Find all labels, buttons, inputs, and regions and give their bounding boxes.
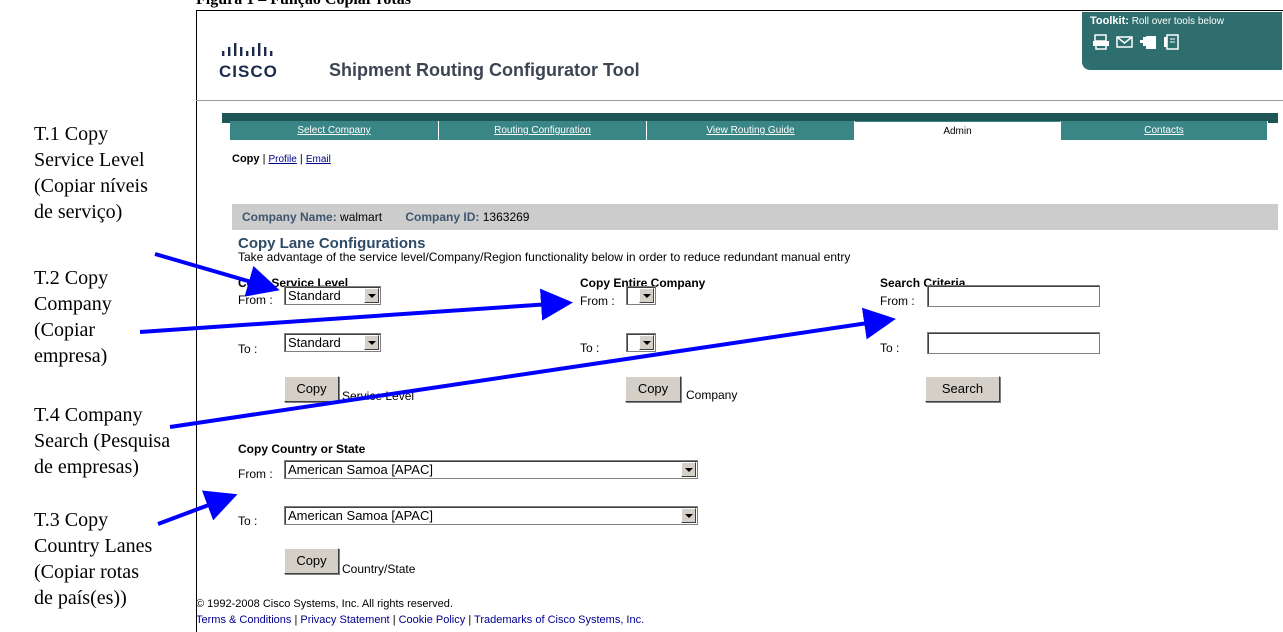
service-level-from-label: From : — [238, 293, 273, 307]
subnav-separator: | — [262, 153, 266, 165]
annotation-line: Company — [34, 293, 112, 315]
toolkit-title: Toolkit: — [1090, 15, 1129, 27]
tab-select-company[interactable]: Select Company — [230, 121, 439, 140]
chevron-down-icon[interactable] — [364, 288, 379, 303]
cisco-logo-text: CISCO — [219, 62, 278, 81]
footer-separator: | — [392, 614, 396, 626]
service-level-to-select[interactable]: Standard — [284, 333, 381, 352]
annotation-line: empresa) — [34, 345, 108, 367]
country-to-label: To : — [238, 514, 258, 528]
toolkit-icons — [1092, 34, 1180, 50]
annotation-line: T.3 Copy — [34, 509, 109, 531]
add-icon[interactable] — [1140, 34, 1156, 50]
chevron-down-icon[interactable] — [681, 462, 696, 477]
section-description: Take advantage of the service level/Comp… — [238, 250, 851, 264]
toolkit-label: Toolkit: Roll over tools below — [1090, 15, 1224, 27]
select-value: American Samoa [APAC] — [288, 462, 433, 477]
print-icon[interactable] — [1092, 34, 1109, 50]
select-value: Standard — [288, 335, 341, 350]
search-from-label: From : — [880, 294, 915, 308]
annotation-line: de empresas) — [34, 456, 139, 478]
service-level-from-select[interactable]: Standard — [284, 286, 381, 305]
annotation-line: de país(es)) — [34, 587, 127, 609]
annotation-line: (Copiar — [34, 319, 96, 341]
chevron-down-icon[interactable] — [639, 335, 654, 350]
search-to-input[interactable] — [927, 332, 1100, 354]
company-from-label: From : — [580, 294, 615, 308]
annotation-line: (Copiar rotas — [34, 561, 139, 583]
select-value: American Samoa [APAC] — [288, 508, 433, 523]
annotation-line: T.4 Company — [34, 404, 143, 426]
subnav-email-link[interactable]: Email — [306, 154, 331, 165]
copy-company-suffix: Company — [686, 388, 738, 402]
annotation-line: Search (Pesquisa — [34, 430, 171, 452]
app-title: Shipment Routing Configurator Tool — [329, 60, 640, 80]
tab-admin[interactable]: Admin — [855, 121, 1061, 140]
footer-links: Terms & Conditions | Privacy Statement |… — [196, 614, 644, 626]
subnav-profile-link[interactable]: Profile — [268, 154, 296, 165]
tab-contacts[interactable]: Contacts — [1061, 121, 1268, 140]
search-from-input[interactable] — [927, 285, 1100, 307]
annotation-line: Country Lanes — [34, 535, 153, 557]
copy-country-title: Copy Country or State — [238, 442, 366, 456]
figure-caption: Figura 1 – Função Copiar rotas — [196, 0, 411, 9]
chevron-down-icon[interactable] — [681, 508, 696, 523]
document-icon[interactable] — [1164, 34, 1180, 50]
subnav-current: Copy — [232, 153, 260, 165]
company-info: Company Name: walmart Company ID: 136326… — [242, 210, 529, 224]
annotation-copy-country-lanes: T.3 Copy Country Lanes (Copiar rotas de … — [34, 507, 152, 611]
country-from-label: From : — [238, 467, 273, 481]
copy-company-button[interactable]: Copy — [625, 376, 681, 402]
service-level-to-label: To : — [238, 342, 258, 356]
subnav-separator: | — [299, 153, 303, 165]
header-divider — [196, 100, 1283, 101]
company-name-value: walmart — [340, 210, 383, 224]
copy-country-button[interactable]: Copy — [284, 548, 339, 574]
annotation-company-search: T.4 Company Search (Pesquisa de empresas… — [34, 402, 170, 480]
company-name-label: Company Name: — [242, 210, 337, 224]
toolkit-hint: Roll over tools below — [1131, 16, 1224, 27]
country-from-select[interactable]: American Samoa [APAC] — [284, 460, 698, 479]
chevron-down-icon[interactable] — [364, 335, 379, 350]
search-button[interactable]: Search — [925, 376, 1000, 402]
company-to-label: To : — [580, 341, 600, 355]
annotation-copy-company: T.2 Copy Company (Copiar empresa) — [34, 265, 112, 369]
annotation-line: de serviço) — [34, 201, 123, 223]
tab-strip: Select Company Routing Configuration Vie… — [230, 121, 1268, 140]
email-icon[interactable] — [1116, 34, 1133, 50]
annotation-line: T.2 Copy — [34, 267, 109, 289]
cisco-logo-icon — [222, 43, 273, 56]
country-to-select[interactable]: American Samoa [APAC] — [284, 506, 698, 525]
company-to-select[interactable] — [626, 333, 656, 352]
chevron-down-icon[interactable] — [639, 288, 654, 303]
annotation-line: Service Level — [34, 149, 145, 171]
admin-subnav: Copy | Profile | Email — [232, 153, 331, 165]
annotation-line: T.1 Copy — [34, 123, 109, 145]
company-id-label: Company ID: — [405, 210, 480, 224]
footer-separator: | — [294, 614, 298, 626]
search-to-label: To : — [880, 341, 900, 355]
screenshot-frame — [196, 10, 1283, 632]
copy-service-level-button[interactable]: Copy — [284, 376, 339, 402]
company-from-select[interactable] — [626, 286, 656, 305]
footer-separator: | — [468, 614, 472, 626]
tab-view-routing-guide[interactable]: View Routing Guide — [647, 121, 855, 140]
select-value: Standard — [288, 288, 341, 303]
privacy-link[interactable]: Privacy Statement — [300, 614, 389, 626]
copy-service-level-suffix: Service Level — [342, 389, 415, 403]
cookie-policy-link[interactable]: Cookie Policy — [399, 614, 466, 626]
company-id-value: 1363269 — [482, 210, 530, 224]
copy-country-suffix: Country/State — [342, 562, 416, 576]
annotation-copy-service-level: T.1 Copy Service Level (Copiar níveis de… — [34, 121, 148, 225]
copyright: © 1992-2008 Cisco Systems, Inc. All righ… — [196, 598, 453, 610]
terms-link[interactable]: Terms & Conditions — [196, 614, 291, 626]
tab-routing-configuration[interactable]: Routing Configuration — [439, 121, 647, 140]
trademarks-link[interactable]: Trademarks of Cisco Systems, Inc. — [474, 614, 644, 626]
annotation-line: (Copiar níveis — [34, 175, 148, 197]
